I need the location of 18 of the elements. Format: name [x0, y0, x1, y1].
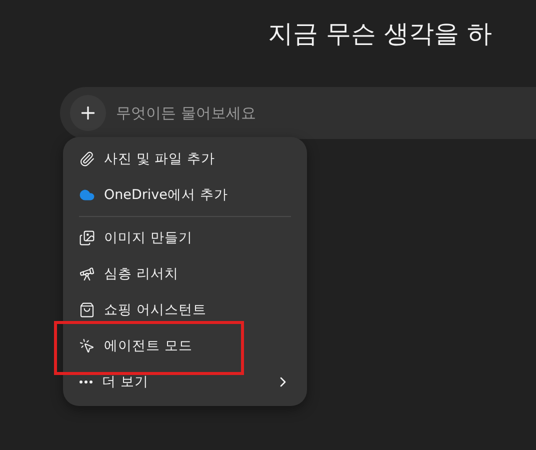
- menu-item[interactable]: OneDrive에서 추가: [63, 177, 307, 213]
- menu-item[interactable]: 에이전트 모드: [63, 328, 307, 364]
- page-heading: 지금 무슨 생각을 하: [268, 18, 493, 50]
- menu-item[interactable]: 더 보기: [63, 364, 307, 400]
- menu-item[interactable]: 쇼핑 어시스턴트: [63, 292, 307, 328]
- prompt-input[interactable]: 무엇이든 물어보세요: [114, 103, 536, 123]
- images-icon: [79, 230, 95, 246]
- paperclip-icon: [79, 151, 95, 167]
- add-button[interactable]: [70, 95, 106, 131]
- cloud-icon: [79, 187, 95, 203]
- menu-item[interactable]: 사진 및 파일 추가: [63, 141, 307, 177]
- menu-item[interactable]: 심층 리서치: [63, 256, 307, 292]
- more-icon: [79, 380, 93, 384]
- telescope-icon: [79, 266, 95, 282]
- shopping-bag-icon: [79, 302, 95, 318]
- prompt-bar[interactable]: 무엇이든 물어보세요: [60, 87, 536, 139]
- pointer-click-icon: [79, 338, 95, 354]
- menu-item[interactable]: 이미지 만들기: [63, 220, 307, 256]
